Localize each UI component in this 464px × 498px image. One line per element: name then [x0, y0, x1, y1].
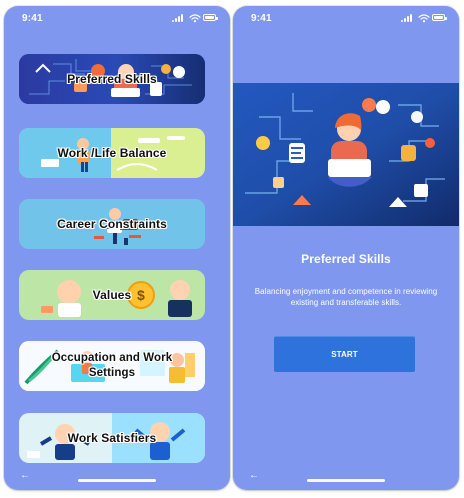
start-button[interactable]: START — [274, 336, 415, 372]
card-label-career-constraints: Career Constraints — [57, 217, 167, 231]
module-card-work-satisfiers[interactable]: Work Satisfiers — [19, 413, 205, 463]
module-card-occupation-and-work-settings[interactable]: Occupation and Work Settings — [19, 341, 205, 391]
module-card-values[interactable]: $ Values — [19, 270, 205, 320]
card-label-occupation-and-work-settings: Occupation and Work Settings — [51, 352, 173, 379]
wifi-icon — [189, 14, 201, 23]
module-card-preferred-skills[interactable]: Preferred Skills — [19, 54, 205, 104]
right-phone-screen: 9:41 Preferred Skills Balancing enjoymen… — [233, 6, 459, 490]
battery-icon — [203, 14, 218, 21]
signal-icon — [401, 14, 413, 22]
wifi-icon — [418, 14, 430, 23]
app-comparison: 9:41 Preferred Skills Work /Life Balance… — [0, 0, 464, 498]
preferred-skills-hero-illustration — [233, 83, 459, 226]
home-indicator-left — [78, 479, 156, 482]
module-card-career-constraints[interactable]: Career Constraints — [19, 199, 205, 249]
arrow-left-icon[interactable]: ← — [249, 471, 259, 481]
card-label-values: Values — [92, 288, 132, 302]
status-icons-right — [401, 13, 447, 23]
status-time-left: 9:41 — [22, 13, 43, 24]
card-label-work-life-balance: Work /Life Balance — [57, 146, 167, 160]
module-card-work-life-balance[interactable]: Work /Life Balance — [19, 128, 205, 178]
battery-icon — [432, 14, 447, 21]
status-icons-left — [172, 13, 218, 23]
status-time-right: 9:41 — [251, 13, 272, 24]
card-label-preferred-skills: Preferred Skills — [67, 72, 157, 86]
card-label-work-satisfiers: Work Satisfiers — [67, 431, 157, 445]
arrow-left-icon[interactable]: ← — [20, 471, 30, 481]
detail-description: Balancing enjoyment and competence in re… — [254, 287, 438, 307]
signal-icon — [172, 14, 184, 22]
home-indicator-right — [307, 479, 385, 482]
status-bar-left: 9:41 — [4, 6, 230, 30]
status-bar-right: 9:41 — [233, 6, 459, 30]
left-phone-screen: 9:41 Preferred Skills Work /Life Balance… — [4, 6, 230, 490]
detail-title: Preferred Skills — [301, 252, 391, 266]
